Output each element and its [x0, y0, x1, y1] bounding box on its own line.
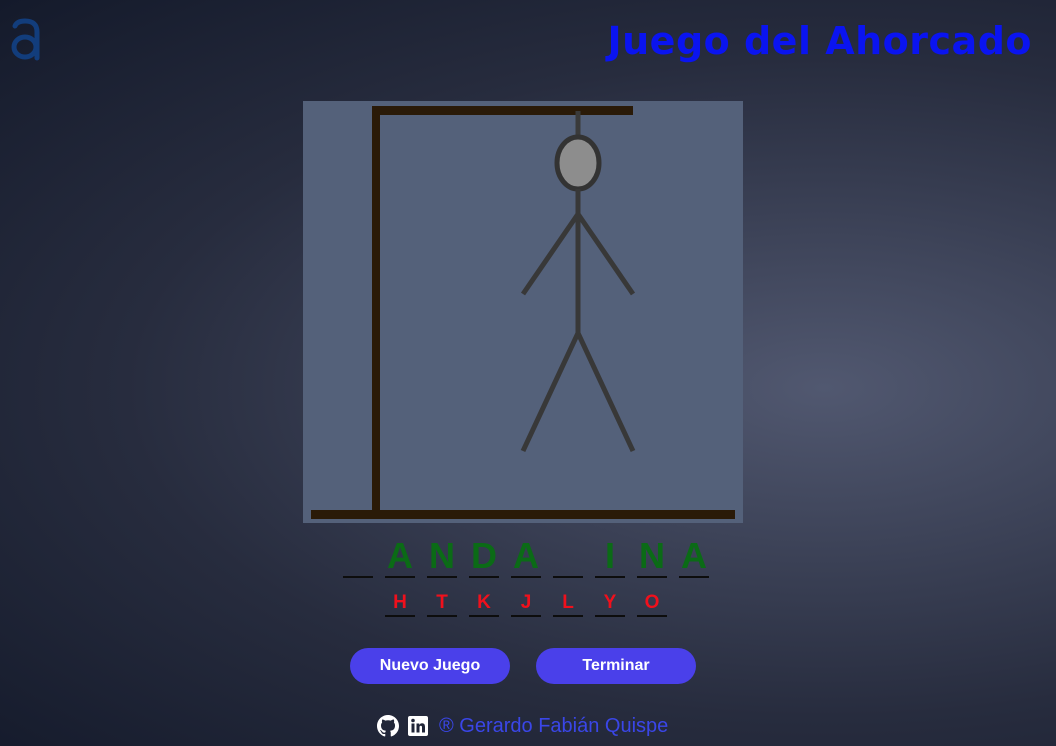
word-letter-slot: I	[595, 534, 625, 578]
word-letter-slot: N	[427, 535, 457, 578]
hangman-right-leg	[575, 331, 636, 453]
wrong-letter: H	[385, 590, 415, 617]
end-game-button[interactable]: Terminar	[536, 648, 696, 684]
hangman-head	[554, 134, 602, 192]
wrong-letter: Y	[595, 590, 625, 617]
word-letter-slot	[553, 534, 583, 578]
footer: ® Gerardo Fabián Quispe	[377, 712, 668, 740]
wrong-letter: O	[637, 590, 667, 617]
new-game-button[interactable]: Nuevo Juego	[350, 648, 510, 684]
wrong-letter: T	[427, 590, 457, 617]
wrong-letter: L	[553, 590, 583, 617]
word-letter-slot: D	[469, 535, 499, 578]
word-letter-slot: A	[385, 535, 415, 578]
author-credit: ® Gerardo Fabián Quispe	[439, 714, 669, 737]
page-title: Juego del Ahorcado	[607, 19, 1032, 63]
word-letter-slot: A	[511, 535, 541, 578]
linkedin-icon[interactable]	[407, 715, 429, 737]
word-letter-slot	[343, 534, 373, 578]
wrong-letter: K	[469, 590, 499, 617]
word-letter-slot: A	[679, 535, 709, 578]
gallows-beam	[372, 106, 633, 115]
wrong-letters: H T K J L Y O	[379, 590, 673, 617]
hangman-right-arm	[575, 212, 636, 296]
github-icon[interactable]	[377, 715, 399, 737]
gallows-pole	[372, 106, 380, 514]
word-letter-slot: N	[637, 535, 667, 578]
wrong-letter: J	[511, 590, 541, 617]
secret-word: A N D A I N A	[337, 534, 715, 578]
hangman-left-arm	[520, 212, 581, 296]
hangman-left-leg	[520, 331, 581, 453]
hangman-canvas	[303, 101, 743, 523]
alura-a-logo-icon[interactable]	[9, 14, 43, 62]
